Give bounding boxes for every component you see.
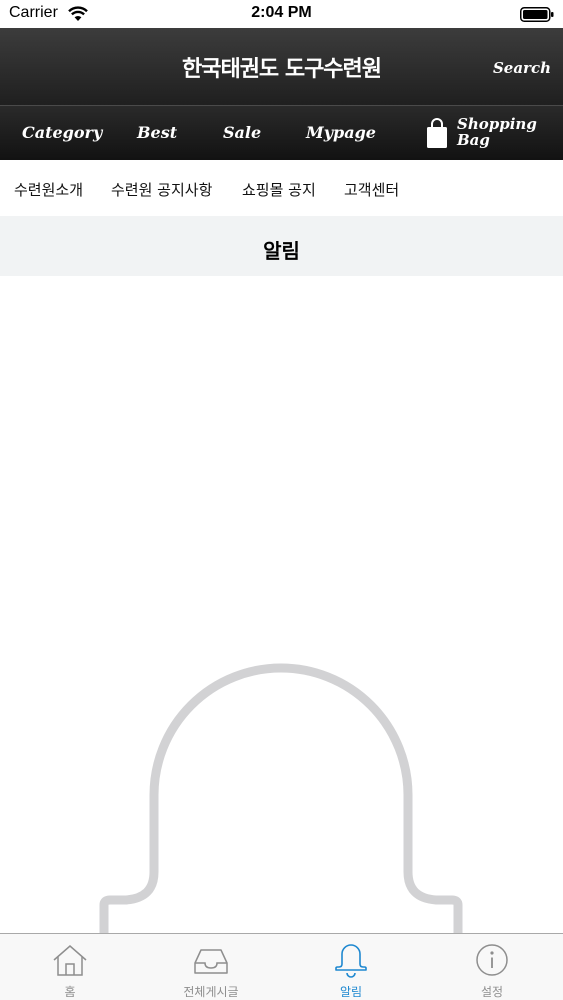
nav-mypage[interactable]: Mypage [306,123,376,142]
subnav-about[interactable]: 수련원소개 [14,179,83,200]
tab-all-posts[interactable]: 전체게시글 [141,934,281,1000]
tab-notifications[interactable]: 알림 [281,934,421,1000]
tab-notifications-label: 알림 [339,985,363,999]
nav-best[interactable]: Best [137,123,177,142]
nav-sale[interactable]: Sale [223,123,261,142]
subnav-shop-notices[interactable]: 쇼핑몰 공지 [242,179,316,200]
tab-home[interactable]: 홈 [0,934,140,1000]
home-icon [53,945,87,976]
shopping-bag-label-line2: Bag [457,131,490,149]
inbox-icon [194,949,228,974]
info-icon [476,944,508,976]
shopping-bag-label-line1: Shopping [457,115,537,133]
page-title: 알림 [263,239,300,263]
status-time: 2:04 PM [251,4,312,21]
nav-category[interactable]: Category [22,123,102,142]
search-button[interactable]: Search [493,59,551,77]
sub-nav: 수련원소개 수련원 공지사항 쇼핑몰 공지 고객센터 [0,160,563,216]
category-nav: Category Best Sale Mypage Shopping Bag [0,106,563,160]
app-header: 한국태권도 도구수련원 Search [0,28,563,106]
shopping-bag-button[interactable]: Shopping Bag [426,115,556,153]
tab-home-label: 홈 [64,985,76,999]
shopping-bag-label: Shopping Bag [457,116,537,148]
tab-settings[interactable]: 설정 [422,934,562,1000]
page-heading: 알림 [0,216,563,276]
tab-bar: 홈 전체게시글 알림 설정 [0,933,563,1000]
empty-state-bell-icon [99,663,463,935]
status-bar: Carrier 2:04 PM [0,0,563,28]
bell-icon [335,944,367,978]
tab-all-posts-label: 전체게시글 [183,985,239,999]
shopping-bag-icon [427,118,447,148]
battery-icon [520,7,554,22]
tab-settings-label: 설정 [480,985,504,999]
subnav-customer-center[interactable]: 고객센터 [344,179,399,200]
subnav-notices[interactable]: 수련원 공지사항 [111,179,212,200]
site-title[interactable]: 한국태권도 도구수련원 [0,51,563,83]
